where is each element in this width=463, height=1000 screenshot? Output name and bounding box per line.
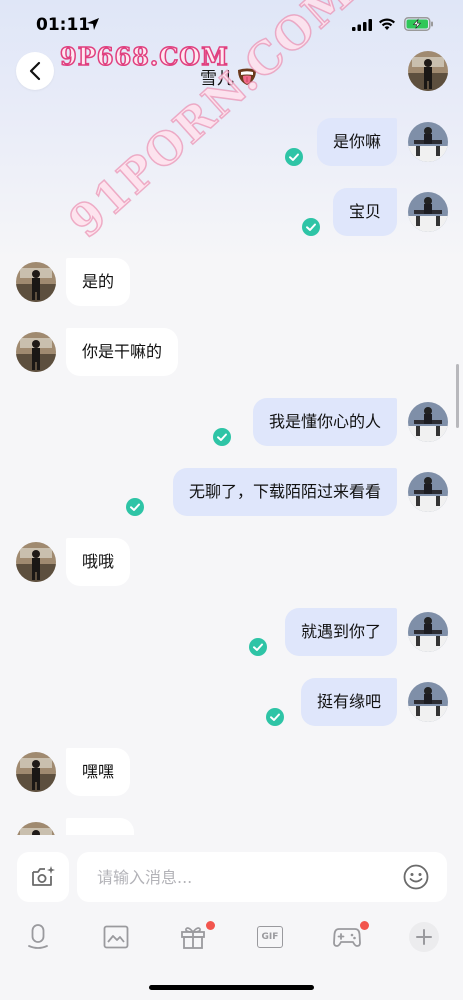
message-row: 你是干嘛的 [0,328,463,378]
message-bubble[interactable]: 是的 [66,258,131,306]
message-bubble[interactable]: 就遇到你了 [284,608,397,656]
avatar-photo [408,51,448,91]
contact-message-avatar[interactable] [16,822,56,835]
wifi-icon [379,18,395,30]
emoji-icon[interactable] [403,864,429,890]
game-button[interactable] [333,921,369,950]
read-check-icon [266,708,284,726]
message-bubble[interactable]: 哦哦 [66,538,131,586]
my-avatar[interactable] [408,472,448,512]
image-icon [103,925,129,949]
more-button[interactable] [409,922,439,952]
message-row: 无聊了，下载陌陌过来看看 [0,468,463,518]
message-row: 是你嘛 [0,118,463,168]
read-check-icon [285,148,303,166]
my-avatar[interactable] [408,682,448,722]
camera-button[interactable] [17,852,69,902]
message-bubble[interactable]: 挺有缘吧 [300,678,397,726]
message-row: 哦哦 [0,538,463,588]
my-avatar[interactable] [408,402,448,442]
contact-message-avatar[interactable] [16,262,56,302]
home-indicator[interactable] [149,985,314,990]
message-row-partial [0,818,463,835]
message-bubble[interactable]: 无聊了，下载陌陌过来看看 [172,468,397,516]
gift-notification-badge [206,921,215,930]
message-bubble[interactable]: 宝贝 [332,188,397,236]
cellular-signal-icon [352,19,372,31]
message-row: 就遇到你了 [0,608,463,658]
voice-button[interactable] [24,924,52,950]
camera-sparkle-icon [32,866,55,886]
battery-charging-icon [404,17,433,31]
message-bubble[interactable]: 你是干嘛的 [66,328,179,376]
message-list[interactable]: 是你嘛 宝贝 是的 你是干嘛的 我是懂你心的人 无聊了，下载陌陌过来看看 哦哦 … [0,100,463,835]
back-button[interactable] [16,52,54,90]
contact-avatar[interactable] [408,51,448,91]
message-row: 挺有缘吧 [0,678,463,728]
message-bubble-partial[interactable] [66,818,134,835]
read-check-icon [213,428,231,446]
gift-button[interactable] [179,921,215,950]
gif-icon: GIF [257,926,283,948]
gif-button[interactable]: GIF [256,924,284,950]
mic-icon [28,924,48,949]
message-row: 我是懂你心的人 [0,398,463,448]
message-bubble[interactable]: 嘿嘿 [66,748,131,796]
chevron-left-icon [29,61,41,81]
message-bubble[interactable]: 我是懂你心的人 [252,398,397,446]
gift-icon [181,927,205,949]
message-row: 宝贝 [0,188,463,238]
message-row: 嘿嘿 [0,748,463,798]
message-bubble[interactable]: 是你嘛 [316,118,397,166]
status-time: 01:11 [36,15,91,35]
contact-message-avatar[interactable] [16,332,56,372]
scrollbar[interactable] [456,364,459,428]
message-input[interactable] [97,852,397,902]
read-check-icon [302,218,320,236]
contact-message-avatar[interactable] [16,752,56,792]
message-row: 是的 [0,258,463,308]
gif-label: GIF [261,932,279,942]
contact-message-avatar[interactable] [16,542,56,582]
game-notification-badge [360,921,369,930]
message-input-container[interactable] [77,852,447,902]
my-avatar[interactable] [408,612,448,652]
plus-icon [416,929,432,945]
location-arrow-icon [87,18,99,30]
my-avatar[interactable] [408,192,448,232]
read-check-icon [249,638,267,656]
image-button[interactable] [102,924,130,950]
read-check-icon [126,498,144,516]
gamepad-icon [333,928,361,947]
my-avatar[interactable] [408,122,448,162]
